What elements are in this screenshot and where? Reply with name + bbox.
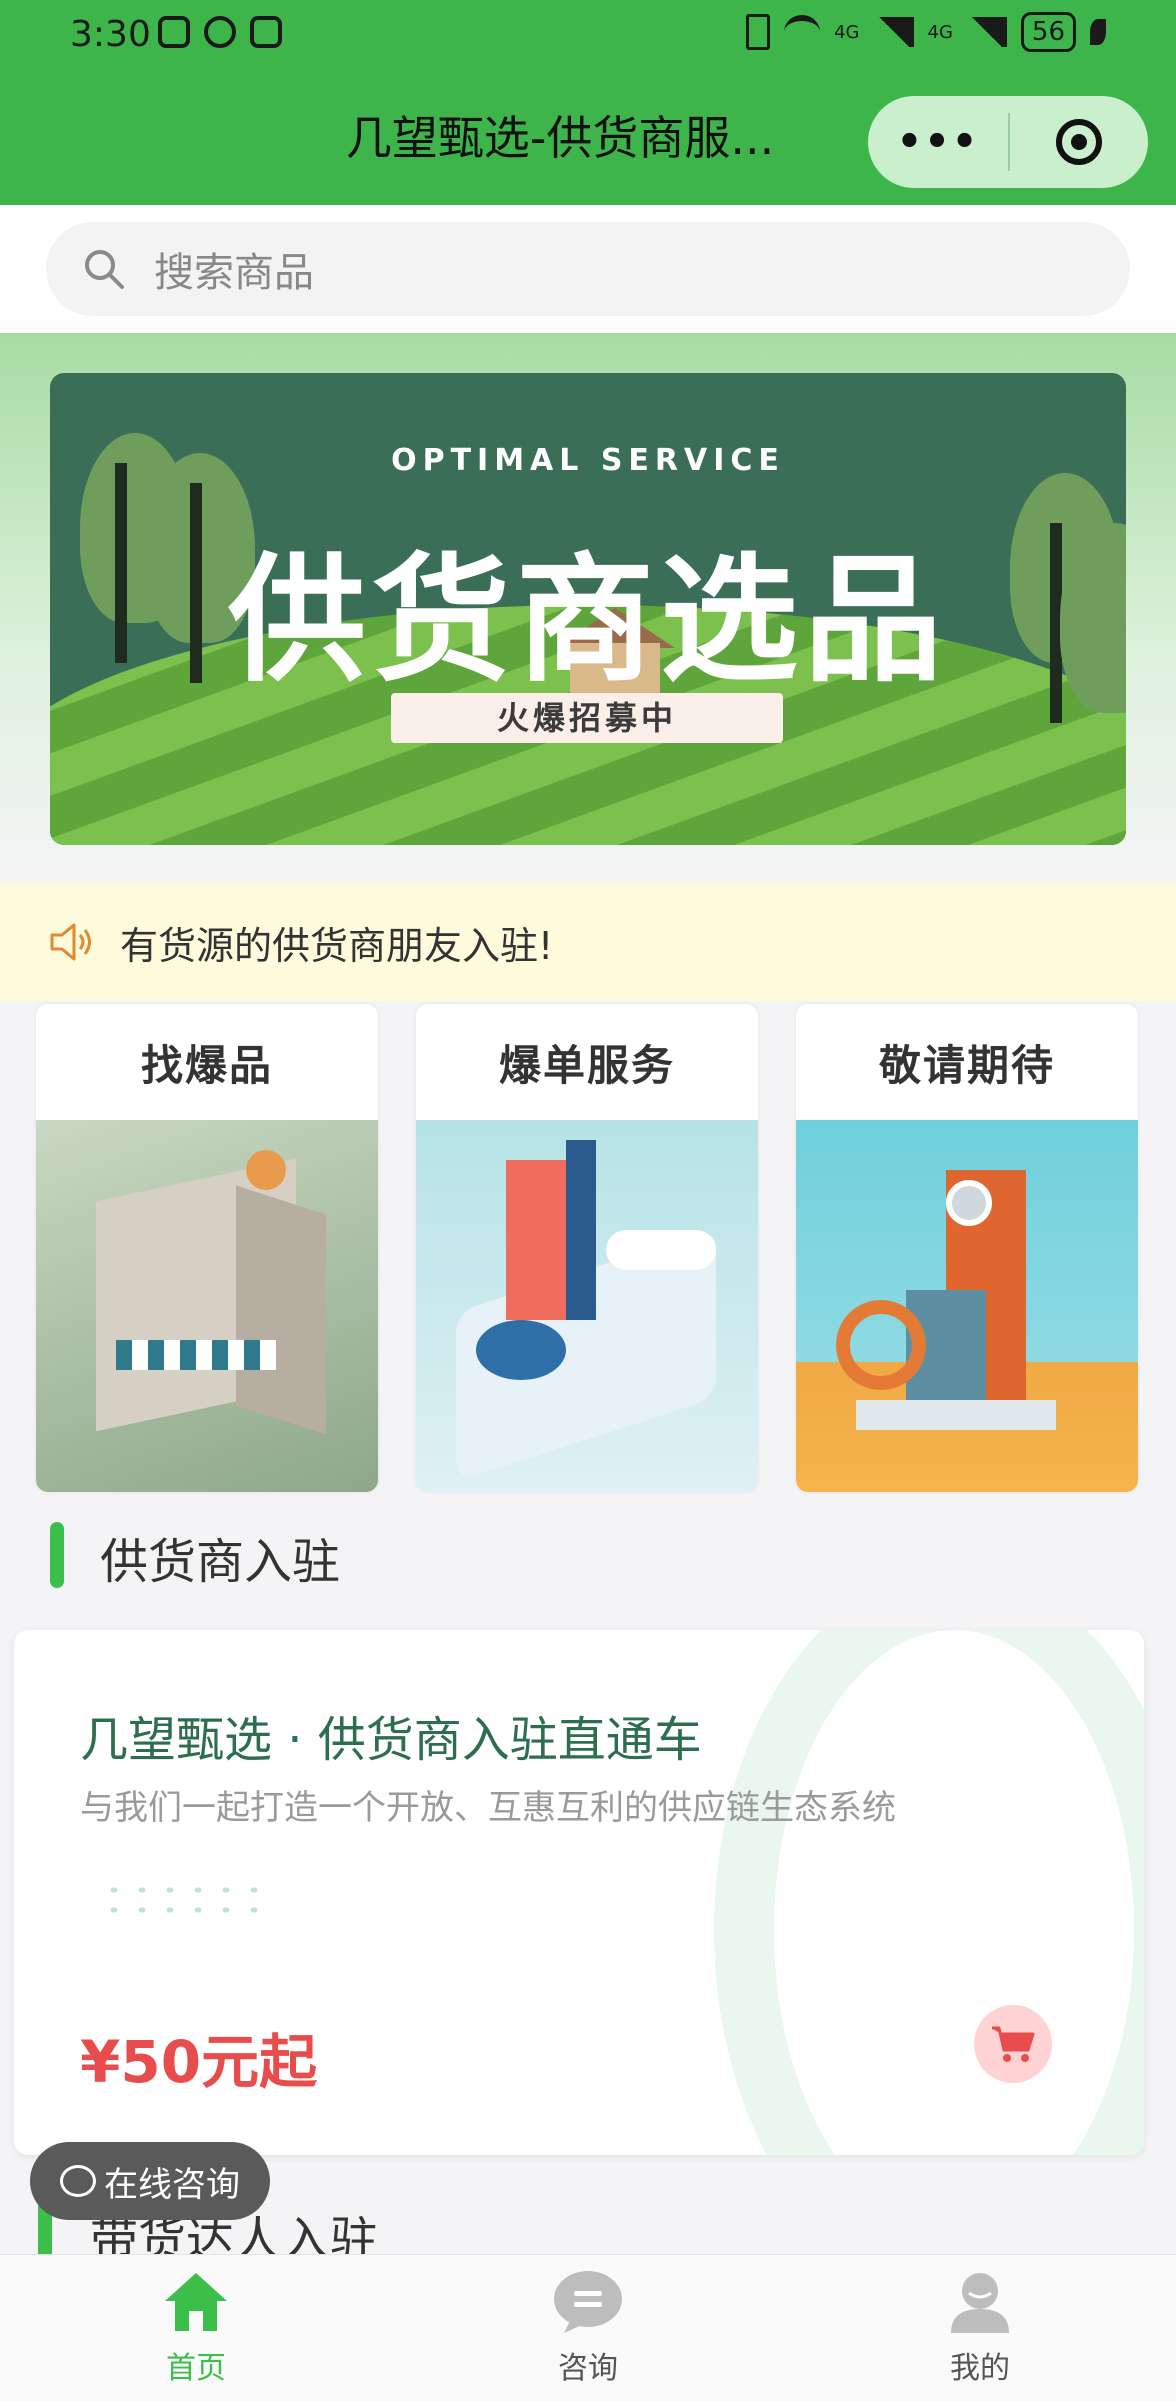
card-dots-decoration: [100, 1880, 270, 1920]
nfc-icon: [250, 16, 282, 48]
status-time: 3:30: [70, 14, 151, 55]
signal-icon-2: [966, 17, 1007, 47]
status-system-icons: 4G 4G 56: [746, 12, 1106, 52]
category-title: 找爆品: [140, 1040, 273, 1090]
vibrate-icon: [746, 14, 771, 50]
banner-tag: 火爆招募中: [391, 693, 783, 743]
target-icon: [1056, 119, 1102, 165]
supplier-join-card[interactable]: 几望甄选 · 供货商入驻直通车 与我们一起打造一个开放、互惠互利的供应链生态系统…: [14, 1630, 1144, 2155]
card-decoration: [714, 1630, 1144, 2155]
category-card-order-service[interactable]: 爆单服务: [416, 1004, 758, 1492]
tab-home[interactable]: 首页: [0, 2255, 392, 2401]
category-card-coming-soon[interactable]: 敬请期待: [796, 1004, 1138, 1492]
page-title: 几望甄选-供货商服...: [345, 111, 775, 165]
bottom-tab-bar: 首页 咨询 我的: [0, 2254, 1176, 2401]
tab-label: 我的: [950, 2351, 1010, 2386]
banner-headline: 供货商选品: [227, 540, 948, 701]
category-title: 爆单服务: [498, 1040, 675, 1090]
tab-label: 首页: [166, 2351, 226, 2386]
add-to-cart-button[interactable]: [974, 2005, 1052, 2083]
eye-icon: [204, 16, 236, 48]
card-subtitle: 与我们一起打造一个开放、互惠互利的供应链生态系统: [80, 1788, 896, 1828]
search-bar[interactable]: 搜索商品: [46, 222, 1130, 316]
notification-icon: [158, 16, 190, 48]
banner-english-text: OPTIMAL SERVICE: [391, 443, 785, 478]
cart-icon: [992, 2026, 1035, 2062]
wifi-icon: [784, 15, 821, 49]
signal-icon: [873, 17, 914, 47]
card-price: ¥50元起: [80, 2028, 318, 2096]
leaf-icon: [1090, 19, 1106, 45]
chat-icon: [554, 2271, 622, 2333]
section-accent-bar: [50, 1522, 64, 1588]
search-icon: [85, 250, 124, 289]
speaker-icon: [50, 923, 91, 961]
category-card-hot-products[interactable]: 找爆品: [36, 1004, 378, 1492]
network-type-2: 4G: [927, 21, 953, 43]
category-image-service: [416, 1120, 758, 1492]
home-icon: [165, 2273, 227, 2331]
category-image-store: [36, 1120, 378, 1492]
consult-label: 在线咨询: [104, 2164, 240, 2205]
notice-text: 有货源的供货商朋友入驻!: [120, 923, 554, 968]
notice-bar: 有货源的供货商朋友入驻!: [0, 883, 1176, 1001]
chat-bubble-icon: [60, 2165, 96, 2197]
banner[interactable]: OPTIMAL SERVICE 供货商选品 火爆招募中: [50, 373, 1126, 845]
online-consult-button[interactable]: 在线咨询: [30, 2142, 270, 2220]
more-button[interactable]: •••: [868, 96, 1008, 188]
tab-mine[interactable]: 我的: [784, 2255, 1176, 2401]
tab-consult[interactable]: 咨询: [392, 2255, 784, 2401]
tab-label: 咨询: [558, 2351, 618, 2386]
network-type-1: 4G: [834, 21, 860, 43]
user-icon: [951, 2273, 1009, 2333]
status-notification-icons: [158, 16, 282, 48]
mini-program-capsule: •••: [868, 96, 1148, 188]
section-title-supplier: 供货商入驻: [100, 1534, 341, 1590]
battery-icon: 56: [1020, 12, 1076, 52]
category-image-coming-soon: [796, 1120, 1138, 1492]
close-mini-program-button[interactable]: [1010, 96, 1148, 188]
search-input[interactable]: 搜索商品: [154, 240, 314, 298]
category-title: 敬请期待: [878, 1040, 1055, 1090]
card-title: 几望甄选 · 供货商入驻直通车: [80, 1712, 702, 1768]
